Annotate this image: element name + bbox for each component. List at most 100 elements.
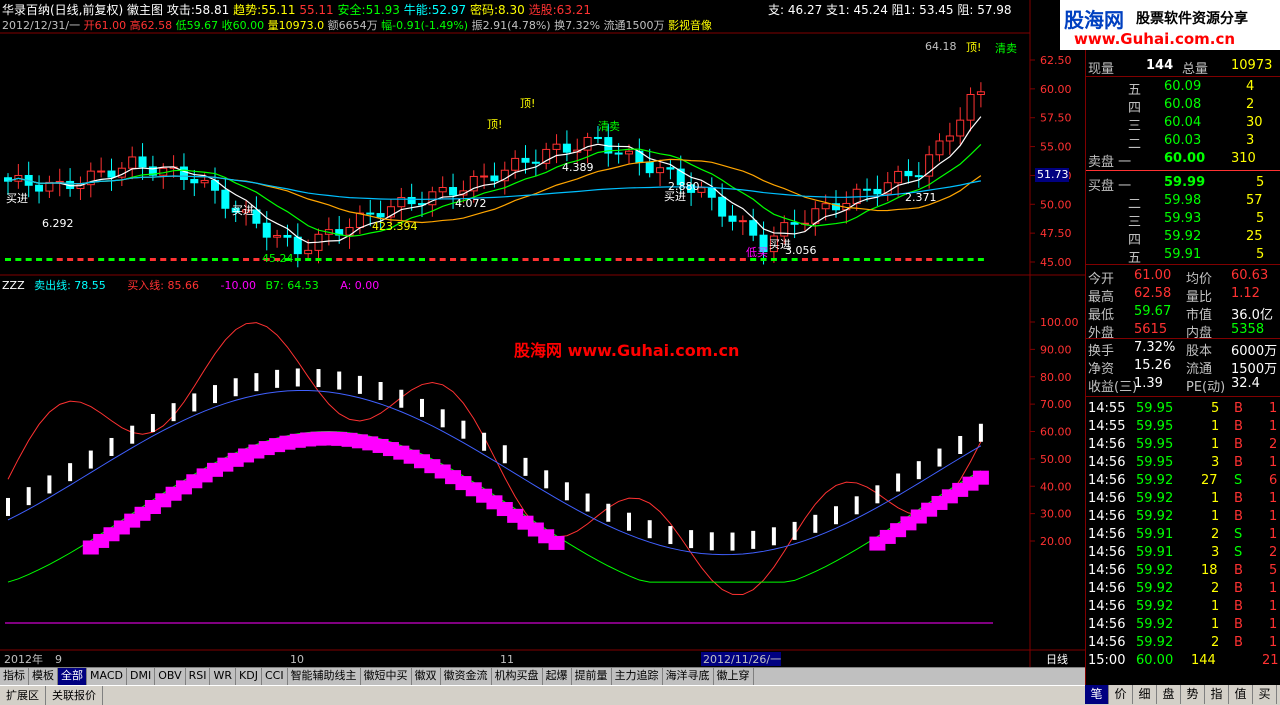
amount-label: 额6654万 (327, 19, 378, 32)
tick-row[interactable]: 14:55 59.95 1 B 1 (1086, 418, 1280, 436)
indicator-tab[interactable]: 起爆 (543, 668, 572, 685)
panel-tab[interactable]: 值 (1229, 685, 1253, 704)
white-bar (337, 371, 342, 390)
white-bar (937, 448, 942, 467)
kline-chart[interactable]: 62.5060.0057.5055.0052.5050.0047.5045.00… (0, 0, 1085, 667)
price-tick-label: 62.50 (1040, 54, 1072, 67)
signal-dot (646, 258, 653, 261)
white-bar (875, 485, 880, 504)
signal-dot (708, 258, 715, 261)
candle-body (428, 191, 437, 206)
indicator-tab[interactable]: 提前量 (572, 668, 612, 685)
tick-time: 14:56 (1088, 599, 1126, 614)
indicator-tab[interactable]: KDJ (236, 668, 262, 685)
main-chart-label[interactable]: 徽主图 (127, 3, 163, 17)
panel-tab[interactable]: 笔 (1085, 685, 1109, 704)
stat-value: 1.39 (1134, 376, 1163, 391)
period-label[interactable]: 日线 (1046, 651, 1068, 667)
status-item[interactable]: 关联报价 (46, 686, 103, 705)
indicator-tab[interactable]: DMI (127, 668, 156, 685)
signal-dot (522, 258, 529, 261)
signal-dot (429, 258, 436, 261)
status-item[interactable]: 扩展区 (0, 686, 46, 705)
tick-row[interactable]: 14:56 59.92 1 B 1 (1086, 490, 1280, 508)
signal-dot (864, 258, 871, 261)
indicator-tab[interactable]: 徽资金流 (441, 668, 492, 685)
chart-area[interactable]: 62.5060.0057.5055.0052.5050.0047.5045.00… (0, 0, 1085, 682)
tick-row[interactable]: 15:00 60.00 144 21 (1086, 652, 1280, 670)
buy-level-row: 二 59.98 57 (1086, 192, 1280, 212)
panel-tab[interactable]: 买 (1253, 685, 1277, 704)
panel-tab[interactable]: 细 (1133, 685, 1157, 704)
tick-row[interactable]: 14:56 59.91 2 S 1 (1086, 526, 1280, 544)
indicator-tab[interactable]: 指标 (0, 668, 29, 685)
candle-body (966, 93, 975, 121)
tick-row[interactable]: 14:56 59.95 1 B 2 (1086, 436, 1280, 454)
tick-vol: 2 (1211, 635, 1220, 650)
white-bar (854, 496, 859, 515)
indicator-tab[interactable]: 徽上穿 (714, 668, 754, 685)
tick-count: 21 (1262, 653, 1279, 668)
tick-row[interactable]: 14:56 59.92 18 B 5 (1086, 562, 1280, 580)
signal-dot (346, 258, 353, 261)
indicator-tab[interactable]: 徽短中买 (361, 668, 412, 685)
tick-row[interactable]: 14:56 59.92 27 S 6 (1086, 472, 1280, 490)
indicator-tab[interactable]: 智能辅助线主 (288, 668, 361, 685)
signal-dot (212, 258, 218, 261)
panel-tab[interactable]: 价 (1109, 685, 1133, 704)
indicator-tab[interactable]: 机构买盘 (492, 668, 543, 685)
tick-row[interactable]: 14:56 59.92 1 B 1 (1086, 598, 1280, 616)
panel-tab[interactable]: 盘 (1157, 685, 1181, 704)
price-note: 2.880 (668, 180, 700, 193)
candle-body (511, 157, 520, 171)
white-bar (978, 423, 983, 442)
tick-row[interactable]: 14:56 59.92 1 B 1 (1086, 616, 1280, 634)
white-bar (482, 432, 487, 451)
candle-body (914, 175, 923, 178)
panel-tab[interactable]: 指 (1205, 685, 1229, 704)
indicator-tab[interactable]: 主力追踪 (612, 668, 663, 685)
signal-dot (336, 258, 343, 261)
stat-value: 59.67 (1134, 304, 1172, 319)
tick-price: 60.00 (1136, 653, 1174, 668)
indicator-tab[interactable]: CCI (262, 668, 288, 685)
white-bar (461, 420, 466, 439)
sell-level-price: 60.04 (1164, 115, 1202, 130)
candle-body (821, 203, 830, 210)
white-bar (192, 393, 197, 412)
stat-value: 7.32% (1134, 340, 1176, 355)
signal-dot (926, 258, 933, 261)
indicator-tab[interactable]: 全部 (58, 668, 87, 685)
signal-dot (56, 258, 63, 261)
tick-vol: 1 (1211, 599, 1220, 614)
tick-row[interactable]: 14:56 59.92 2 B 1 (1086, 634, 1280, 652)
signal-dot (574, 258, 581, 261)
indicator-tab[interactable]: 徽双 (412, 668, 441, 685)
sell-level-vol: 4 (1246, 79, 1255, 94)
indicator-tab[interactable]: RSI (186, 668, 211, 685)
stat-row: 换手 7.32% 股本 6000万 (1086, 339, 1280, 359)
sell-level-row: 卖盘 一 60.00 310 (1086, 150, 1280, 170)
close-label: 收60.00 (221, 19, 265, 32)
tick-row[interactable]: 14:56 59.95 3 B 1 (1086, 454, 1280, 472)
indicator-tab[interactable]: MACD (87, 668, 127, 685)
attack-label: 攻击: (166, 3, 195, 17)
candle-body (35, 184, 44, 192)
tick-row[interactable]: 14:56 59.91 3 S 2 (1086, 544, 1280, 562)
tick-row[interactable]: 14:55 59.95 5 B 1 (1086, 400, 1280, 418)
sub-tick-label: 50.00 (1040, 453, 1072, 466)
indicator-tab[interactable]: OBV (155, 668, 186, 685)
tick-row[interactable]: 14:56 59.92 1 B 1 (1086, 508, 1280, 526)
signal-dot (543, 258, 550, 261)
indicator-tab[interactable]: 模板 (29, 668, 58, 685)
tick-time: 14:55 (1088, 419, 1126, 434)
tick-count: 1 (1269, 527, 1278, 542)
candle-body (107, 170, 116, 178)
indicator-tab[interactable]: WR (210, 668, 237, 685)
candle-body (935, 140, 944, 156)
now-value: 144 (1146, 58, 1174, 73)
tick-row[interactable]: 14:56 59.92 2 B 1 (1086, 580, 1280, 598)
indicator-tab[interactable]: 海洋寻底 (663, 668, 714, 685)
panel-tab[interactable]: 势 (1181, 685, 1205, 704)
tick-side: S (1234, 545, 1243, 560)
